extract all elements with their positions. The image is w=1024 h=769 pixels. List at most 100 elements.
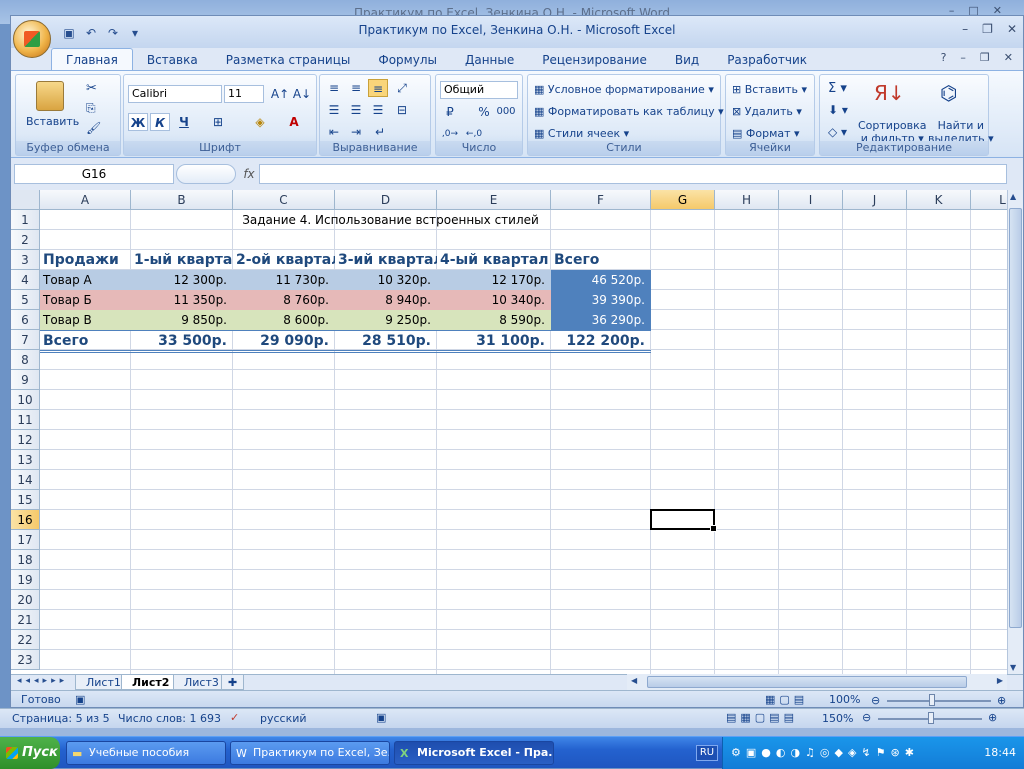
formula-input[interactable] — [259, 164, 1007, 184]
view-buttons-icon[interactable]: ▦▢▤ — [765, 693, 808, 706]
column-header-l[interactable]: L — [971, 190, 1007, 210]
sort-filter-icon[interactable]: Я↓ — [874, 81, 905, 105]
customize-qat-icon[interactable]: ▾ — [127, 25, 143, 41]
word-zoom-level[interactable]: 150% — [822, 712, 853, 725]
row-header-22[interactable]: 22 — [11, 630, 40, 650]
binoculars-icon[interactable]: ⌬ — [940, 81, 957, 105]
close-icon[interactable]: ✕ — [1007, 22, 1017, 36]
tab-view[interactable]: Вид — [661, 50, 713, 70]
row-header-13[interactable]: 13 — [11, 450, 40, 470]
row-header-15[interactable]: 15 — [11, 490, 40, 510]
row-header-7[interactable]: 7 — [11, 330, 40, 350]
sheet-tab-2[interactable]: Лист2 — [121, 675, 181, 690]
zoom-level[interactable]: 100% — [829, 693, 860, 706]
header-cell[interactable]: 4-ый квартал — [437, 250, 551, 272]
column-header-e[interactable]: E — [437, 190, 551, 210]
tab-home[interactable]: Главная — [51, 48, 133, 70]
orientation-icon[interactable]: ⤢ — [392, 79, 412, 97]
fill-color-icon[interactable]: ◈ — [250, 113, 270, 131]
word-zoom-in-icon[interactable]: ⊕ — [988, 711, 997, 724]
column-header-k[interactable]: K — [907, 190, 971, 210]
align-right-icon[interactable]: ☰ — [368, 101, 388, 119]
scroll-up-icon[interactable]: ▲ — [1010, 192, 1016, 201]
restore-doc-icon[interactable]: ❐ — [980, 51, 990, 64]
value-cell[interactable]: 8 590р. — [437, 310, 551, 330]
header-cell[interactable]: Продажи — [40, 250, 131, 272]
insert-cells-button[interactable]: ⊞ Вставить ▾ — [732, 83, 807, 96]
font-color-icon[interactable]: A — [284, 113, 304, 131]
scroll-left-icon[interactable]: ◀ — [631, 676, 637, 685]
row-header-1[interactable]: 1 — [11, 210, 40, 230]
minimize-icon[interactable]: – — [962, 22, 968, 36]
autosum-icon[interactable]: Σ ▾ — [828, 81, 847, 96]
tab-formulas[interactable]: Формулы — [364, 50, 451, 70]
totals-value-cell[interactable]: 29 090р. — [233, 330, 335, 353]
help-icon[interactable]: ? — [941, 51, 947, 64]
restore-icon[interactable]: ❐ — [982, 22, 993, 36]
row-header-6[interactable]: 6 — [11, 310, 40, 330]
value-cell[interactable]: 12 170р. — [437, 270, 551, 290]
copy-icon[interactable]: ⎘ — [86, 101, 96, 116]
tab-data[interactable]: Данные — [451, 50, 528, 70]
word-view-buttons-icon[interactable]: ▤▦▢▤▤ — [726, 711, 798, 724]
row-total-cell[interactable]: 36 290р. — [551, 310, 651, 330]
vertical-scroll-thumb[interactable] — [1009, 208, 1022, 628]
row-total-cell[interactable]: 39 390р. — [551, 290, 651, 310]
format-cells-button[interactable]: ▤ Формат ▾ — [732, 127, 800, 140]
horizontal-scrollbar[interactable]: ◀ ▶ — [627, 674, 1007, 690]
row-header-23[interactable]: 23 — [11, 650, 40, 670]
header-cell[interactable]: 2-ой квартал — [233, 250, 335, 272]
italic-button[interactable]: К — [150, 113, 170, 131]
word-macro-icon[interactable]: ▣ — [376, 711, 386, 724]
column-header-i[interactable]: I — [779, 190, 843, 210]
row-header-5[interactable]: 5 — [11, 290, 40, 310]
insert-function-button[interactable]: fx — [239, 164, 259, 184]
taskbar-item-excel[interactable]: Microsoft Excel - Пра... — [394, 741, 554, 765]
column-header-h[interactable]: H — [715, 190, 779, 210]
cell-styles-button[interactable]: ▦ Стили ячеек ▾ — [534, 127, 629, 140]
macro-record-icon[interactable]: ▣ — [75, 693, 85, 706]
header-cell[interactable]: 1-ый квартал — [131, 250, 233, 272]
column-header-g[interactable]: G — [651, 190, 715, 210]
row-header-2[interactable]: 2 — [11, 230, 40, 250]
zoom-in-icon[interactable]: ⊕ — [997, 694, 1006, 707]
totals-value-cell[interactable]: 33 500р. — [131, 330, 233, 353]
underline-button[interactable]: Ч — [174, 113, 194, 131]
tray-icons[interactable]: ⚙▣●◐◑♫◎◆◈↯⚑⊛✱ — [731, 746, 919, 759]
value-cell[interactable]: 10 320р. — [335, 270, 437, 290]
row-header-4[interactable]: 4 — [11, 270, 40, 290]
font-size-select[interactable]: 11 — [224, 85, 264, 103]
zoom-slider-track[interactable] — [887, 700, 991, 702]
column-header-b[interactable]: B — [131, 190, 233, 210]
spellcheck-icon[interactable]: ✓ — [230, 711, 239, 724]
close-doc-icon[interactable]: ✕ — [1004, 51, 1013, 64]
clear-icon[interactable]: ◇ ▾ — [828, 125, 847, 139]
scroll-right-icon[interactable]: ▶ — [997, 676, 1003, 685]
currency-icon[interactable]: ₽ — [440, 103, 460, 121]
decrease-indent-icon[interactable]: ⇤ — [324, 123, 344, 141]
taskbar-item-folder[interactable]: Учебные пособия — [66, 741, 226, 765]
start-button[interactable]: Пуск — [0, 737, 60, 769]
increase-indent-icon[interactable]: ⇥ — [346, 123, 366, 141]
tab-page-layout[interactable]: Разметка страницы — [212, 50, 365, 70]
new-sheet-icon[interactable]: ✚ — [221, 675, 245, 690]
row-header-8[interactable]: 8 — [11, 350, 40, 370]
office-button[interactable] — [13, 20, 51, 58]
number-format-select[interactable]: Общий — [440, 81, 518, 99]
thousands-button[interactable]: 000 — [496, 103, 516, 121]
row-header-11[interactable]: 11 — [11, 410, 40, 430]
table-title[interactable]: Задание 4. Использование встроенных стил… — [40, 210, 651, 230]
align-center-icon[interactable]: ☰ — [346, 101, 366, 119]
totals-value-cell[interactable]: 28 510р. — [335, 330, 437, 353]
worksheet-grid[interactable]: ABCDEFGHIJKL 1 2 3 4 5 6 7 8 9 10 11 12 13 14 15 16 17 18… — [11, 190, 1007, 674]
name-box[interactable]: G16 — [14, 164, 174, 184]
row-header-18[interactable]: 18 — [11, 550, 40, 570]
zoom-slider-thumb[interactable] — [929, 694, 935, 706]
row-header-17[interactable]: 17 — [11, 530, 40, 550]
vertical-scrollbar[interactable]: ▲ ▼ — [1007, 190, 1023, 674]
tab-developer[interactable]: Разработчик — [713, 50, 821, 70]
row-label-cell[interactable]: Товар А — [40, 270, 131, 290]
redo-icon[interactable]: ↷ — [105, 25, 121, 41]
value-cell[interactable]: 12 300р. — [131, 270, 233, 290]
language-indicator[interactable]: RU — [696, 745, 718, 761]
